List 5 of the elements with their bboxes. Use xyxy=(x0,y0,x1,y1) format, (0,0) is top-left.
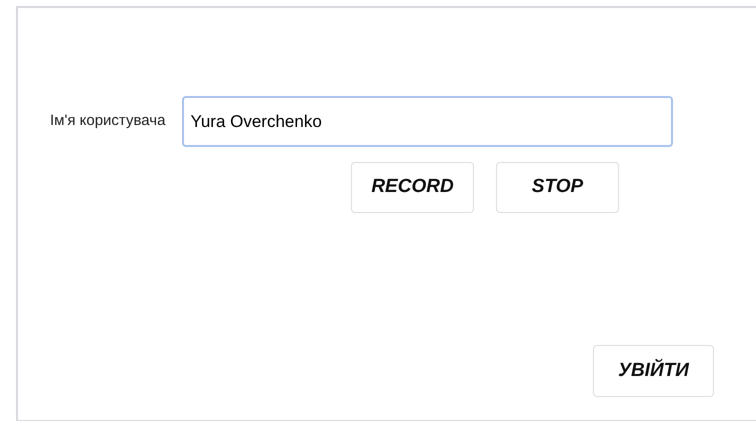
username-label: Ім'я користувача xyxy=(50,111,166,132)
action-button[interactable]: RECORD xyxy=(351,162,474,213)
action-button[interactable]: STOP xyxy=(496,162,619,213)
login-button[interactable]: УВІЙТИ xyxy=(593,345,714,397)
username-field[interactable]: Yura Overchenko xyxy=(182,96,674,147)
